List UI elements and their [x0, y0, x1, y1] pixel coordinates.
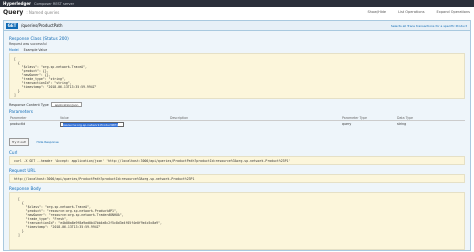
section-subtitle: : Named queries: [26, 10, 60, 15]
operation-path[interactable]: /queries/ProductPath: [21, 23, 63, 28]
content-type-select[interactable]: application/json: [50, 102, 83, 107]
parameters-table: Parameter Value Description Parameter Ty…: [9, 115, 465, 128]
tab-model[interactable]: Model: [9, 48, 19, 52]
content-type-label: Response Content Type: [9, 102, 49, 107]
brand-logo[interactable]: Hyperledger: [3, 1, 31, 6]
show-hide-link[interactable]: Show/Hide: [367, 10, 386, 14]
top-bar: Hyperledger Composer REST server: [0, 0, 474, 7]
response-class-title: Response Class (Status 200): [9, 36, 69, 41]
tab-example-value[interactable]: Example Value: [24, 48, 48, 52]
curl-title: Curl: [9, 150, 18, 155]
param-description: [169, 121, 341, 129]
example-value-code: [ { "$class": "org.sp.network.TraceA", "…: [9, 53, 465, 99]
param-data-type: string: [397, 122, 407, 126]
curl-code: curl -X GET --header 'Accept: applicatio…: [9, 156, 465, 165]
expand-operations-link[interactable]: Expand Operations: [437, 10, 470, 14]
list-operations-link[interactable]: List Operations: [398, 10, 424, 14]
content-type-row: Response Content Type application/json: [9, 102, 465, 107]
try-it-out-button[interactable]: Try it out!: [9, 138, 30, 146]
hide-response-link[interactable]: Hide Response: [37, 140, 59, 144]
breadcrumb: Query : Named queries Show/Hide List Ope…: [0, 7, 474, 20]
response-body-title: Response Body: [9, 186, 42, 191]
parameters-title: Parameters: [9, 109, 33, 114]
model-tabs: Model Example Value: [9, 48, 465, 52]
response-class-section: Response Class (Status 200) Request was …: [4, 31, 470, 250]
brand-subtitle: Composer REST server: [34, 1, 75, 6]
product-id-value: resource:org.sp.network.Product#P1: [63, 122, 119, 127]
section-links: Show/Hide List Operations Expand Operati…: [367, 10, 470, 14]
response-body-code: [ { "$class": "org.sp.network.TraceA", "…: [9, 192, 465, 250]
request-url-code: http://localhost:3000/api/queries/Produc…: [9, 174, 465, 183]
operation-header[interactable]: GET /queries/ProductPath Selects all Tra…: [4, 21, 470, 31]
param-name: productId: [10, 122, 26, 126]
table-row: productId resource:org.sp.network.Produc…: [9, 121, 465, 129]
product-id-input[interactable]: resource:org.sp.network.Product#P1: [60, 122, 124, 127]
http-verb-badge: GET: [6, 22, 18, 29]
request-url-title: Request URL: [9, 168, 36, 173]
operation-panel: GET /queries/ProductPath Selects all Tra…: [3, 20, 471, 251]
operation-summary[interactable]: Selects all Trace transactions for a spe…: [391, 24, 467, 28]
section-title[interactable]: Query: [3, 9, 23, 16]
param-type: query: [342, 122, 352, 126]
response-class-message: Request was successful: [9, 42, 47, 46]
